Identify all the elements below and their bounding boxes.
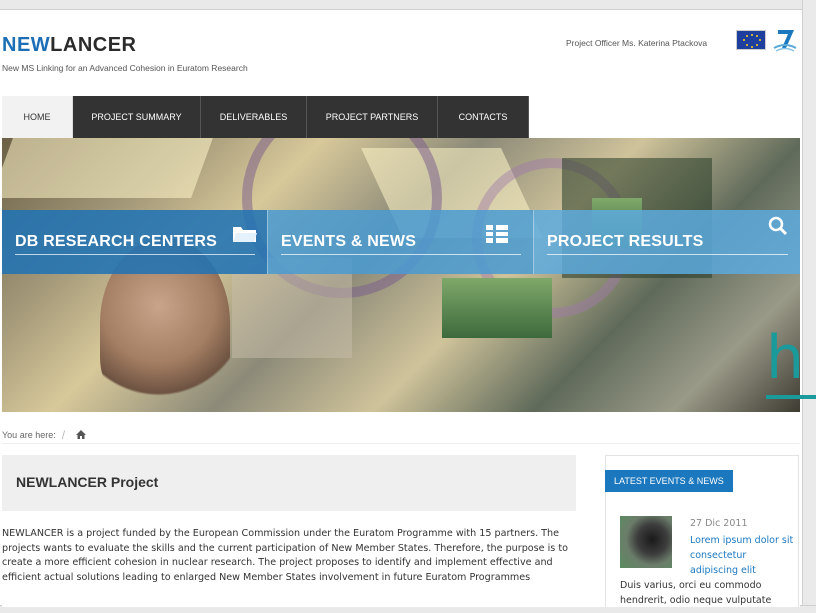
tile-label: EVENTS & NEWS [281,233,417,250]
overlay-h-underline [766,395,816,399]
site-tagline: New MS Linking for an Advanced Cohesion … [2,63,248,73]
breadcrumb-label: You are here: [2,429,56,440]
latest-events-sidebar: LATEST EVENTS & NEWS 27 Dic 2011 Lorem i… [605,455,799,607]
fp7-logo-icon [773,30,797,52]
logo-new-text: NEW [2,34,51,56]
news-date: 27 Dic 2011 [690,518,748,529]
breadcrumb: You are here: / [2,426,800,444]
news-thumbnail[interactable] [620,516,672,568]
hero-banner [2,138,800,412]
tile-underline [281,254,521,255]
sidebar-heading: LATEST EVENTS & NEWS [605,470,733,492]
hero-light-decor [2,138,213,198]
folder-icon [233,227,257,242]
nav-project-summary[interactable]: PROJECT SUMMARY [73,96,201,138]
nav-contacts[interactable]: CONTACTS [438,96,529,138]
nav-deliverables[interactable]: DELIVERABLES [201,96,307,138]
tile-underline [15,254,255,255]
project-description: NEWLANCER is a project funded by the Eur… [2,528,568,583]
news-link[interactable]: Lorem ipsum dolor sit consectetur adipis… [690,533,794,578]
overlay-h-glyph: h [766,323,805,393]
page-title: NEWLANCER Project [16,474,159,490]
window-top-frame [0,0,816,10]
project-title-box: NEWLANCER Project [2,455,576,511]
nav-home[interactable]: HOME [2,96,73,138]
tile-project-results[interactable]: PROJECT RESULTS [533,210,800,274]
feature-tiles: DB RESEARCH CENTERS EVENTS & NEWS PROJEC… [2,210,800,274]
news-excerpt: Duis varius, orci eu commodo hendrerit, … [620,580,772,606]
tile-events-news[interactable]: EVENTS & NEWS [267,210,533,274]
list-icon [486,225,508,243]
site-logo[interactable]: NEWLANCER [2,34,137,57]
tile-label: DB RESEARCH CENTERS [15,233,218,250]
breadcrumb-separator: / [61,427,66,442]
tile-db-research-centers[interactable]: DB RESEARCH CENTERS [2,210,267,274]
hero-screen-decor [442,278,552,338]
nav-project-partners[interactable]: PROJECT PARTNERS [307,96,438,138]
main-navigation: HOME PROJECT SUMMARY DELIVERABLES PROJEC… [2,96,529,138]
window-scrollbar[interactable] [802,0,816,613]
project-officer: Project Officer Ms. Katerina Ptackova [566,38,708,48]
search-icon [768,216,788,236]
tile-underline [547,254,788,255]
web-page: NEWLANCER New MS Linking for an Advanced… [2,12,800,607]
tile-label: PROJECT RESULTS [547,233,704,250]
eu-flag-icon [736,30,766,50]
logo-lancer-text: LANCER [50,34,137,56]
home-icon[interactable] [75,429,87,440]
site-header: NEWLANCER New MS Linking for an Advanced… [2,12,800,96]
